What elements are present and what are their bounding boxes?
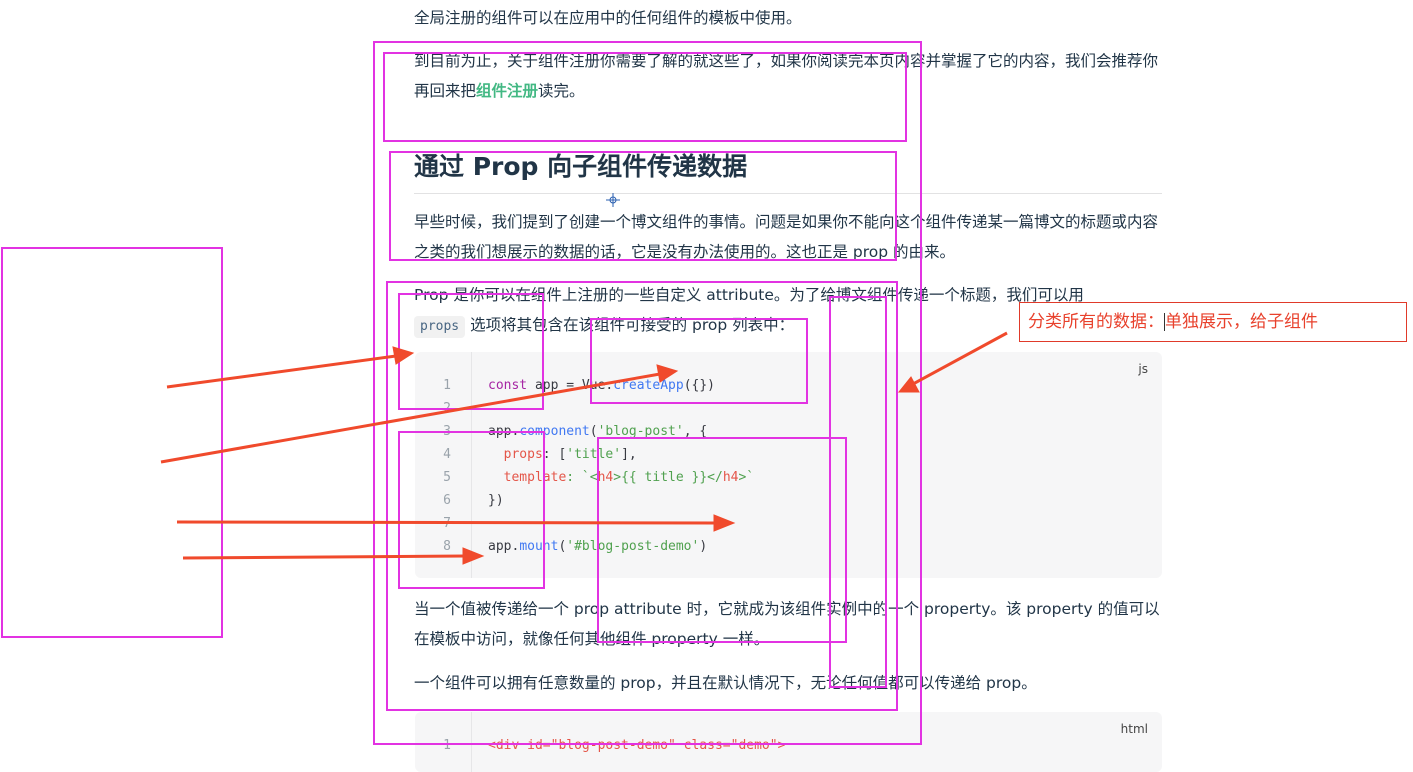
code-block-js: js 1 2 3 4 5 6 7 8 const app = Vue.creat… — [415, 352, 1162, 578]
line-number: 8 — [443, 539, 451, 554]
line-number: 4 — [443, 447, 451, 462]
code-line: const app = Vue.createApp({}) — [488, 378, 715, 393]
code-line: props: ['title'], — [488, 447, 637, 462]
paragraph-prop-count: 一个组件可以拥有任意数量的 prop，并且在默认情况下，无论任何值都可以传递给 … — [414, 674, 1037, 692]
code-language-label: js — [1138, 362, 1148, 376]
line-number-gutter: 1 — [415, 712, 472, 772]
paragraph-blog-post-intro: 早些时候，我们提到了创建一个博文组件的事情。问题是如果你不能向这个组件传递某一篇… — [414, 213, 1159, 261]
code-block-html: html 1 <div id="blog-post-demo" class="d… — [415, 712, 1162, 772]
code-line: <div id="blog-post-demo" class="demo"> — [488, 738, 786, 753]
code-line: app.component('blog-post', { — [488, 424, 708, 439]
annotation-note: 分类所有的数据：单独展示，给子组件 — [1019, 302, 1407, 342]
code-line: app.mount('#blog-post-demo') — [488, 539, 708, 554]
line-number: 3 — [443, 424, 451, 439]
paragraph-text-end: 读完。 — [538, 82, 585, 100]
code-line: }) — [488, 493, 504, 508]
line-number: 2 — [443, 401, 451, 416]
paragraph-prop-attribute: 当一个值被传递给一个 prop attribute 时，它就成为该组件实例中的一… — [414, 600, 1160, 648]
crosshair-cursor-icon — [606, 193, 620, 207]
code-language-label: html — [1120, 722, 1148, 736]
line-number: 6 — [443, 493, 451, 508]
paragraph-registration-summary: 到目前为止，关于组件注册你需要了解的就这些了，如果你阅读完本页内容并掌握了它的内… — [414, 46, 1164, 106]
annotation-text: 分类所有的数据： — [1028, 312, 1164, 332]
component-registration-link[interactable]: 组件注册 — [476, 82, 538, 100]
inline-code-props: props — [414, 316, 466, 338]
line-number: 7 — [443, 516, 451, 531]
line-number-gutter: 1 2 3 4 5 6 7 8 — [415, 352, 472, 578]
line-number: 1 — [443, 738, 451, 753]
paragraph-global-register: 全局注册的组件可以在应用中的任何组件的模板中使用。 — [414, 9, 802, 27]
code-line: template: `<h4>{{ title }}</h4>` — [488, 470, 755, 485]
highlight-box-left-panel — [1, 247, 223, 638]
line-number: 5 — [443, 470, 451, 485]
section-heading-prop: 通过 Prop 向子组件传递数据 — [414, 147, 1162, 194]
paragraph-text-end: 选项将其包含在该组件可接受的 prop 列表中： — [470, 316, 795, 334]
line-number: 1 — [443, 378, 451, 393]
arrow — [166, 346, 415, 389]
paragraph-text: Prop 是你可以在组件上注册的一些自定义 attribute。为了给博文组件传… — [414, 286, 1084, 304]
annotation-text-end: 单独展示，给子组件 — [1165, 312, 1318, 332]
